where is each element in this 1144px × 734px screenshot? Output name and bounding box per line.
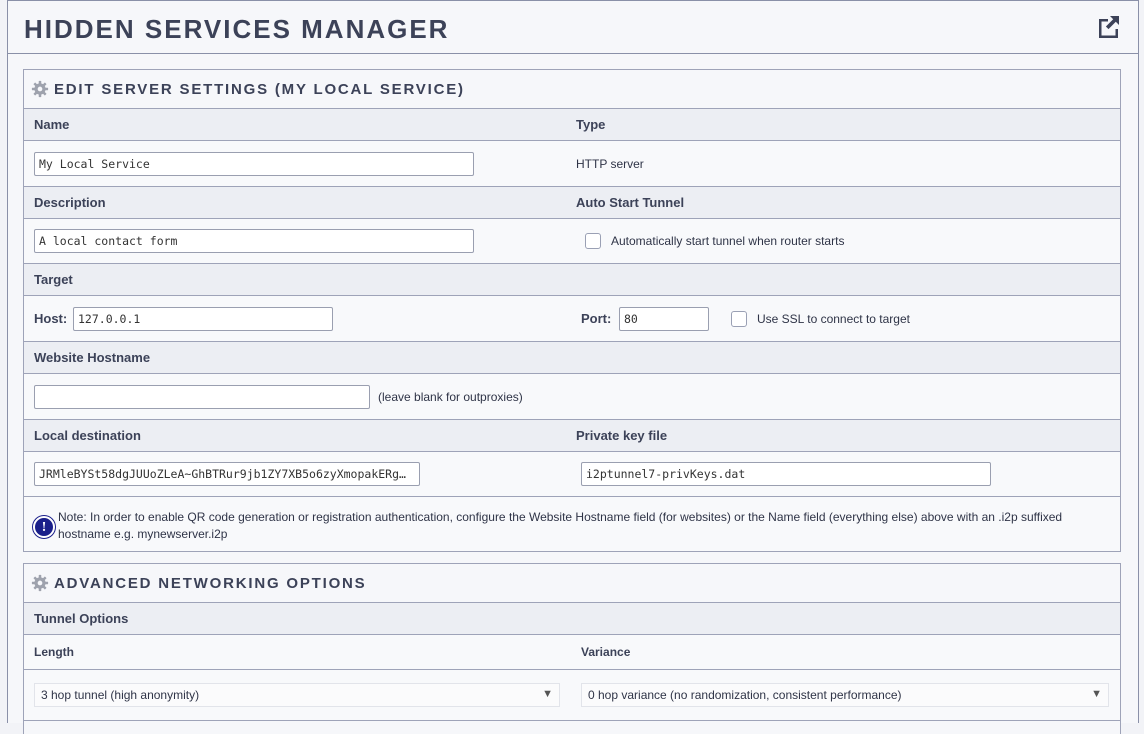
advanced-networking-panel: ADVANCED NETWORKING OPTIONS Tunnel Optio… <box>23 563 1121 734</box>
length-selected: 3 hop tunnel (high anonymity) <box>41 688 200 702</box>
tunnel-options-label: Tunnel Options <box>34 611 129 626</box>
hostname-label-row: Website Hostname <box>24 342 1120 374</box>
name-type-field-row: HTTP server <box>24 141 1120 187</box>
port-label: Port: <box>581 311 612 326</box>
gear-icon <box>31 80 49 98</box>
autostart-checkbox[interactable] <box>585 233 601 249</box>
variance-selected: 0 hop variance (no randomization, consis… <box>588 688 902 702</box>
ssl-checkbox[interactable] <box>731 310 747 327</box>
autostart-option: Automatically start tunnel when router s… <box>585 233 844 249</box>
advanced-header: ADVANCED NETWORKING OPTIONS <box>24 564 1120 603</box>
gear-icon <box>31 574 49 592</box>
title-divider <box>8 53 1138 54</box>
host-label: Host: <box>34 311 68 326</box>
server-settings-panel: EDIT SERVER SETTINGS (MY LOCAL SERVICE) … <box>23 69 1121 552</box>
website-hostname-field[interactable] <box>34 384 370 409</box>
tunnel-options-row: Tunnel Options <box>24 603 1120 635</box>
target-label-row: Target <box>24 264 1120 296</box>
hostname-hint: (leave blank for outproxies) <box>378 389 523 404</box>
type-value: HTTP server <box>576 156 644 171</box>
local-destination-label: Local destination <box>34 428 141 443</box>
variance-label: Variance <box>581 645 631 659</box>
ssl-text: Use SSL to connect to target <box>757 311 910 326</box>
hostname-label: Website Hostname <box>34 350 151 365</box>
info-icon: ! <box>33 516 55 538</box>
private-key-field[interactable] <box>581 462 991 486</box>
target-field-row: Host: Port: Use SSL to connect to target <box>24 296 1120 342</box>
ssl-option: Use SSL to connect to target <box>731 310 910 327</box>
app-window: HIDDEN SERVICES MANAGER EDIT SERVER SETT… <box>7 0 1139 734</box>
name-label: Name <box>34 117 70 132</box>
name-field[interactable] <box>34 151 474 176</box>
advanced-title: ADVANCED NETWORKING OPTIONS <box>54 574 367 592</box>
note-row: ! Note: In order to enable QR code gener… <box>24 497 1120 551</box>
private-key-label: Private key file <box>576 428 668 443</box>
autostart-text: Automatically start tunnel when router s… <box>611 234 845 248</box>
external-link-icon[interactable] <box>1096 13 1122 39</box>
description-field-row: Automatically start tunnel when router s… <box>24 219 1120 264</box>
target-label: Target <box>34 272 73 287</box>
description-label: Description <box>34 195 106 210</box>
note-text: Note: In order to enable QR code generat… <box>58 510 1063 541</box>
name-type-label-row: Name Type <box>24 109 1120 141</box>
length-select[interactable]: 3 hop tunnel (high anonymity) ▼ <box>34 683 560 707</box>
server-settings-title: EDIT SERVER SETTINGS (MY LOCAL SERVICE) <box>54 80 465 98</box>
description-label-row: Description Auto Start Tunnel <box>24 187 1120 219</box>
destination-label-row: Local destination Private key file <box>24 420 1120 452</box>
dropdown-arrow-icon: ▼ <box>542 688 553 700</box>
dropdown-arrow-icon: ▼ <box>1091 688 1102 700</box>
hostname-field-row: (leave blank for outproxies) <box>24 374 1120 420</box>
length-variance-label-row: Length Variance <box>24 635 1120 670</box>
destination-field-row <box>24 452 1120 497</box>
port-field[interactable] <box>619 306 709 331</box>
variance-select[interactable]: 0 hop variance (no randomization, consis… <box>581 683 1109 707</box>
local-destination-field[interactable] <box>34 462 420 486</box>
server-settings-header: EDIT SERVER SETTINGS (MY LOCAL SERVICE) <box>24 70 1120 109</box>
type-label: Type <box>576 117 606 132</box>
autostart-label: Auto Start Tunnel <box>576 195 685 210</box>
page-title: HIDDEN SERVICES MANAGER <box>24 14 450 44</box>
length-label: Length <box>34 645 74 659</box>
description-field[interactable] <box>34 229 474 253</box>
host-field[interactable] <box>73 306 333 331</box>
length-variance-select-row: 3 hop tunnel (high anonymity) ▼ 0 hop va… <box>24 670 1120 721</box>
